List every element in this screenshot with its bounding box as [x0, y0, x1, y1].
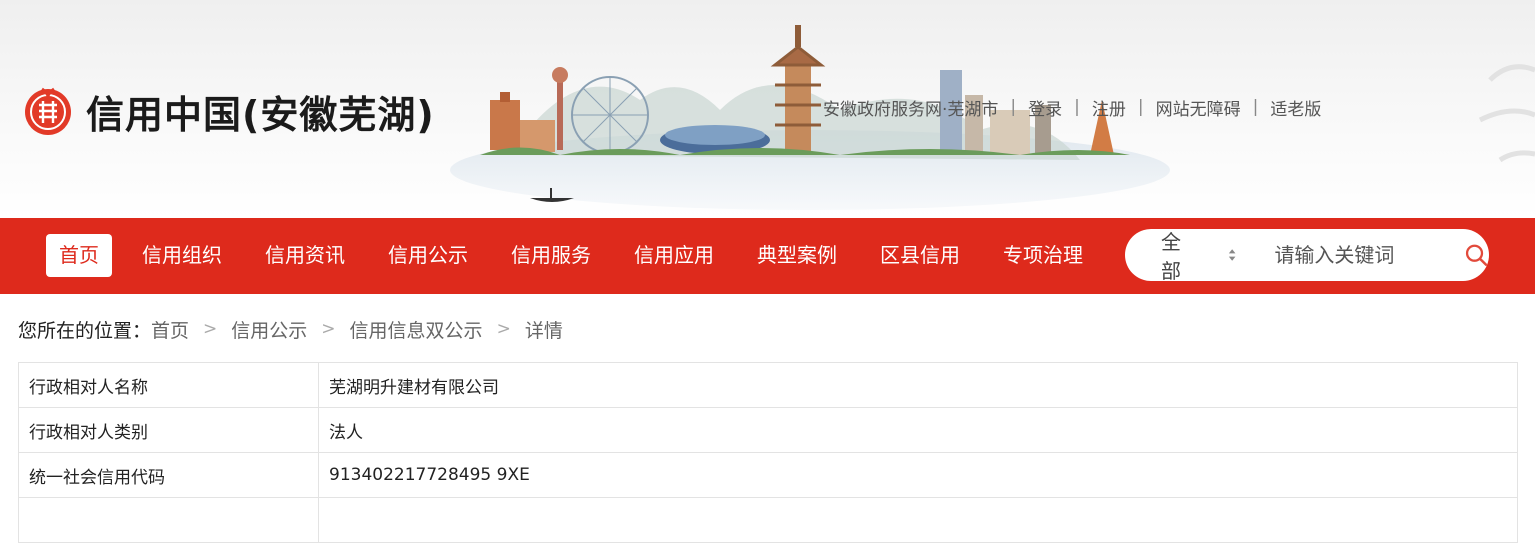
nav-item-credit-news[interactable]: 信用资讯	[252, 234, 358, 277]
breadcrumb-separator: >	[203, 319, 218, 339]
field-label: 行政相对人类别	[18, 407, 319, 453]
accessibility-link[interactable]: 网站无障碍	[1156, 95, 1241, 120]
decorative-cloud-shape	[1478, 64, 1535, 163]
separator: |	[1074, 97, 1080, 117]
gov-service-link[interactable]: 安徽政府服务网·芜湖市	[823, 95, 998, 120]
search-icon[interactable]	[1464, 241, 1489, 269]
breadcrumb-credit-publicity[interactable]: 信用公示	[231, 316, 307, 343]
breadcrumb: 您所在的位置： 首页 > 信用公示 > 信用信息双公示 > 详情	[18, 314, 563, 344]
separator: |	[1137, 97, 1144, 117]
login-link[interactable]: 登录	[1028, 95, 1062, 120]
nav-item-home[interactable]: 首页	[46, 234, 112, 277]
search-input[interactable]	[1272, 242, 1457, 268]
credit-china-logo-icon	[25, 87, 71, 135]
separator: |	[1252, 97, 1259, 117]
field-value: 芜湖明升建材有限公司	[318, 362, 1518, 408]
table-row: 行政相对人名称 芜湖明升建材有限公司	[18, 362, 1518, 408]
nav-menu: 首页 信用组织 信用资讯 信用公示 信用服务 信用应用 典型案例 区县信用 专项…	[46, 234, 1113, 277]
top-links: 安徽政府服务网·芜湖市 | 登录 | 注册 | 网站无障碍 | 适老版	[823, 95, 1321, 120]
field-label: 统一社会信用代码	[18, 452, 319, 498]
breadcrumb-separator: >	[321, 319, 336, 339]
nav-item-special-governance[interactable]: 专项治理	[990, 234, 1096, 277]
register-link[interactable]: 注册	[1092, 95, 1126, 120]
nav-item-district-credit[interactable]: 区县信用	[867, 234, 973, 277]
separator: |	[1010, 97, 1017, 117]
nav-item-credit-application[interactable]: 信用应用	[621, 234, 727, 277]
table-row	[18, 497, 1518, 543]
search-scope-select[interactable]: 全部	[1125, 226, 1236, 284]
field-value: 法人	[318, 407, 1518, 453]
search-scope-label: 全部	[1161, 230, 1181, 283]
nav-item-credit-service[interactable]: 信用服务	[498, 234, 604, 277]
field-value: 913402217728495 9XE	[318, 452, 1518, 498]
breadcrumb-double-publicity[interactable]: 信用信息双公示	[350, 316, 483, 343]
site-title: 信用中国(安徽芜湖)	[86, 92, 435, 137]
site-logo[interactable]: 信用中国(安徽芜湖)	[22, 80, 435, 142]
table-row: 统一社会信用代码 913402217728495 9XE	[18, 452, 1518, 498]
table-row: 行政相对人类别 法人	[18, 407, 1518, 453]
elderly-mode-link[interactable]: 适老版	[1270, 95, 1321, 120]
field-label: 行政相对人名称	[18, 362, 319, 408]
nav-item-credit-publicity[interactable]: 信用公示	[375, 234, 481, 277]
sort-arrows-icon	[1228, 249, 1236, 261]
field-label	[18, 497, 319, 543]
breadcrumb-home[interactable]: 首页	[151, 316, 189, 343]
breadcrumb-label: 您所在的位置：	[18, 319, 152, 342]
detail-table: 行政相对人名称 芜湖明升建材有限公司 行政相对人类别 法人 统一社会信用代码 9…	[18, 362, 1518, 543]
site-header: 信用中国(安徽芜湖) 安徽政府服务网·芜湖市 | 登录 | 注册 | 网站无障碍…	[0, 0, 1535, 218]
nav-item-credit-org[interactable]: 信用组织	[129, 234, 235, 277]
breadcrumb-current: 详情	[524, 319, 563, 342]
search-box: 全部	[1125, 226, 1489, 284]
nav-item-typical-cases[interactable]: 典型案例	[744, 234, 850, 277]
field-value	[318, 497, 1518, 543]
breadcrumb-separator: >	[496, 319, 511, 339]
